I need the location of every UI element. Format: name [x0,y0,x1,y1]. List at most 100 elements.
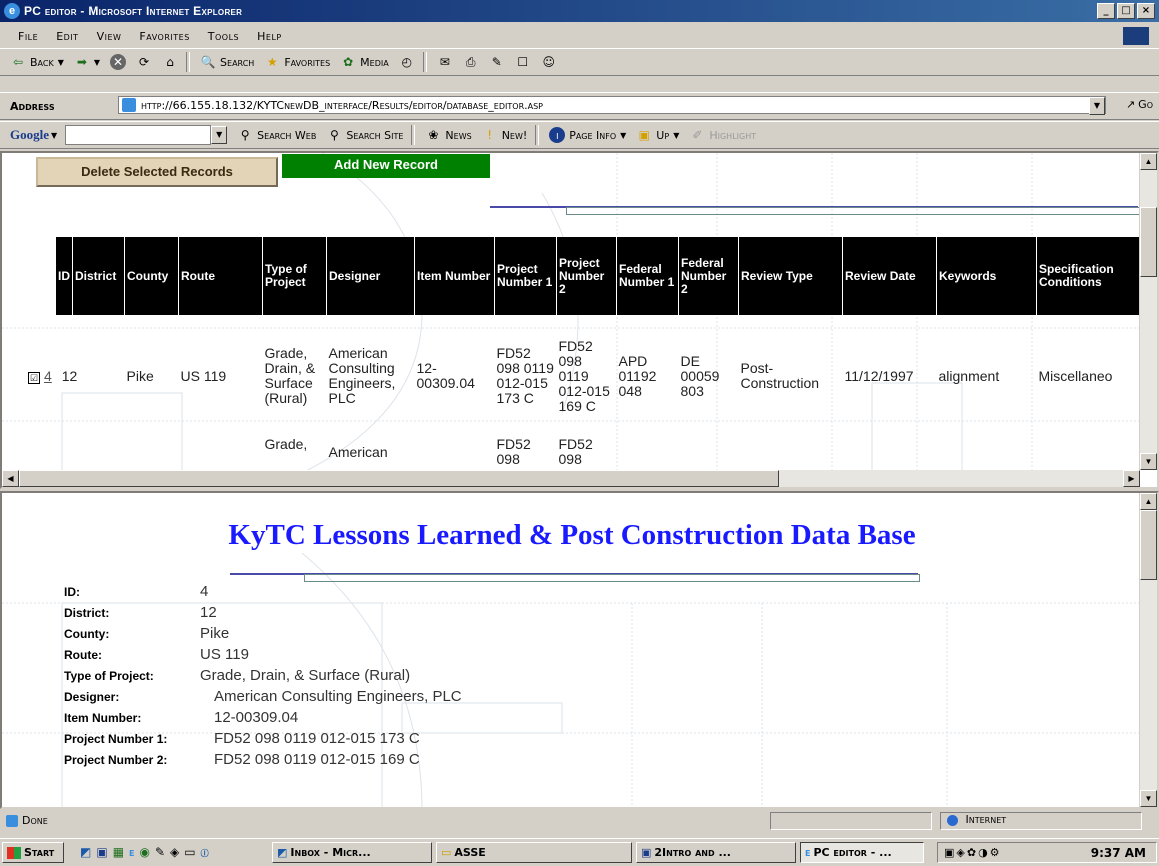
discuss-button[interactable]: ☐ [515,54,531,70]
column-header[interactable]: ID [56,237,73,315]
outlook-icon[interactable]: ◩ [80,845,91,859]
start-label: Start [24,846,55,859]
paint-icon[interactable]: ✎ [155,845,165,859]
history-button[interactable]: ◴ [399,54,415,70]
search-site-button[interactable]: ⚲ Search Site [326,127,403,143]
search-site-label: Search Site [346,128,404,142]
minimize-button[interactable]: _ [1097,3,1115,19]
menu-tools[interactable]: Tools [208,30,239,43]
taskbar-item[interactable]: ▣ 2Intro and ... [636,842,796,863]
taskbar: Start ◩ ▣ ▦ e ◉ ✎ ◈ ▭ ⓘ ◩ Inbox - Micr...… [0,838,1159,866]
forward-button[interactable]: ➡ ▼ [74,54,100,70]
menu-file[interactable]: File [18,30,38,43]
desktop-icon[interactable]: ▭ [184,845,195,859]
tray-icons[interactable]: ▣◈✿◑⚙ [944,846,1002,859]
add-new-record-button[interactable]: Add New Record [282,154,490,178]
media-button[interactable]: ✿ Media [340,54,389,70]
search-button[interactable]: 🔍 Search [200,54,255,70]
taskbar-item[interactable]: ◩ Inbox - Micr... [272,842,432,863]
column-header[interactable]: Type of Project [262,237,327,315]
column-header[interactable]: Review Date [842,237,937,315]
column-header[interactable]: Project Number 1 [494,237,557,315]
scroll-up-icon[interactable]: ▲ [1140,493,1157,510]
editor-horizontal-scrollbar[interactable]: ◀ ▶ [2,470,1140,487]
media-player-icon[interactable]: ◉ [140,845,150,859]
highlight-button[interactable]: ✐ Highlight [689,127,756,143]
taskbar-item-active[interactable]: e PC editor - ... [800,842,924,863]
field-value: FD52 098 0119 012-015 169 C [214,751,420,768]
cell-project-number-2: FD52 098 [558,436,593,467]
column-header[interactable]: District [72,237,125,315]
menu-help[interactable]: Help [257,30,282,43]
column-header[interactable]: Specification Conditions [1036,237,1141,315]
new-button[interactable]: ! New! [482,127,527,143]
refresh-icon: ⟳ [139,55,150,69]
address-input[interactable]: http://66.155.18.132/KYTCnewDB_interface… [118,96,1106,115]
cell-federal-number-2: DE 00059 803 [680,352,720,399]
address-dropdown-icon[interactable]: ▼ [1089,97,1105,115]
scroll-thumb[interactable] [19,470,779,487]
column-header[interactable]: Review Type [738,237,843,315]
ie-icon[interactable]: e [129,845,134,859]
maximize-button[interactable]: □ [1117,3,1135,19]
mail-button[interactable]: ✉ [437,54,453,70]
google-logo[interactable]: Google [10,127,49,143]
start-button[interactable]: Start [2,842,64,863]
back-button[interactable]: ⇦ Back ▼ [10,54,64,70]
favorites-label: Favorites [284,55,331,69]
window-titlebar[interactable]: e PC editor - Microsoft Internet Explore… [0,0,1159,22]
address-toolbar: Address http://66.155.18.132/KYTCnewDB_i… [0,92,1159,120]
menu-favorites[interactable]: Favorites [139,30,189,43]
google-dropdown-icon[interactable]: ▼ [211,126,228,144]
menu-edit[interactable]: Edit [56,30,78,43]
column-header[interactable]: Route [178,237,263,315]
stop-button[interactable]: ✕ [110,54,127,70]
search-web-button[interactable]: ⚲ Search Web [237,127,317,143]
window-title: PC editor - Microsoft Internet Explorer [24,4,243,18]
scroll-left-icon[interactable]: ◀ [2,470,19,487]
edit-button[interactable]: ✎ [489,54,505,70]
scroll-thumb[interactable] [1140,510,1157,580]
home-button[interactable]: ⌂ [162,54,178,70]
column-header[interactable]: Keywords [936,237,1037,315]
scroll-down-icon[interactable]: ▼ [1140,453,1157,470]
column-header[interactable]: Designer [326,237,415,315]
print-button[interactable]: ⎙ [463,54,479,70]
column-header[interactable]: County [124,237,179,315]
scroll-right-icon[interactable]: ▶ [1123,470,1140,487]
explorer-icon[interactable]: ◈ [170,845,179,859]
clock[interactable]: 9:37 AM [1091,846,1146,860]
menu-view[interactable]: View [97,30,122,43]
scroll-down-icon[interactable]: ▼ [1140,790,1157,807]
scroll-up-icon[interactable]: ▲ [1140,153,1157,170]
google-search-input[interactable] [65,125,212,145]
column-header[interactable]: Federal Number 2 [678,237,739,315]
news-button[interactable]: ❀ News [425,127,471,143]
scroll-thumb[interactable] [1140,207,1157,277]
info-icon[interactable]: ⓘ [201,845,209,859]
excel-icon[interactable]: ▦ [113,845,124,859]
folder-up-icon: ▣ [638,128,650,142]
search-site-icon: ⚲ [329,128,339,142]
taskbar-item[interactable]: ▭ ASSE [436,842,632,863]
editor-vertical-scrollbar[interactable]: ▲ ▼ [1139,153,1157,470]
delete-selected-records-button[interactable]: Delete Selected Records [36,157,278,187]
detail-vertical-scrollbar[interactable]: ▲ ▼ [1139,493,1157,807]
messenger-button[interactable]: ☺ [541,54,557,70]
favorites-button[interactable]: ★ Favorites [264,54,330,70]
close-button[interactable]: × [1137,3,1155,19]
refresh-button[interactable]: ⟳ [136,54,152,70]
go-button[interactable]: ↗ Go [1126,98,1153,111]
row-select-checkbox[interactable]: ☑ [28,371,40,384]
word-icon[interactable]: ▣ [96,845,107,859]
column-header[interactable]: Project Number 2 [556,237,617,315]
mail-icon: ✉ [439,55,450,69]
info-icon: i [549,127,566,143]
column-header[interactable]: Federal Number 1 [616,237,679,315]
column-header[interactable]: Item Number [414,237,495,315]
page-info-button[interactable]: i Page Info ▼ [549,127,626,143]
record-id-link[interactable]: 4 [44,368,52,384]
toolbar-separator [186,52,191,72]
taskbar-item-label: Inbox - Micr... [290,846,371,859]
up-button[interactable]: ▣ Up ▼ [636,127,680,143]
